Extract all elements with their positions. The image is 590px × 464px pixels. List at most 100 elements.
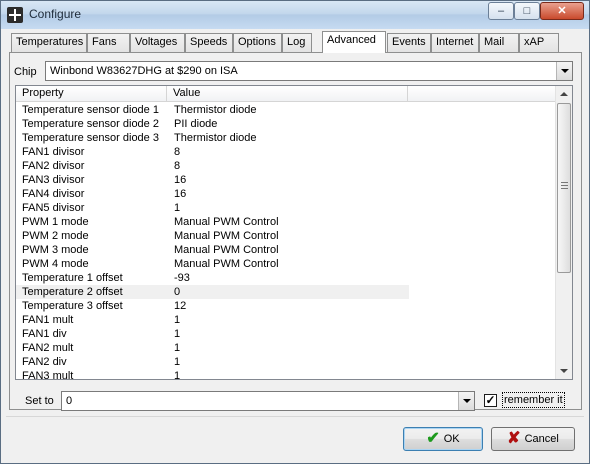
property-cell: Temperature 3 offset bbox=[22, 300, 123, 312]
property-cell: PWM 3 mode bbox=[22, 244, 89, 256]
value-cell: Manual PWM Control bbox=[174, 216, 279, 228]
property-cell: FAN1 mult bbox=[22, 314, 74, 326]
window-title: Configure bbox=[29, 7, 82, 21]
property-cell: PWM 2 mode bbox=[22, 230, 89, 242]
table-row[interactable]: FAN3 divisor 16 bbox=[16, 173, 556, 187]
value-cell: Manual PWM Control bbox=[174, 230, 279, 242]
chevron-down-icon[interactable] bbox=[458, 392, 474, 410]
table-row[interactable]: FAN5 divisor 1 bbox=[16, 201, 556, 215]
table-row[interactable]: Temperature sensor diode 1 Thermistor dio… bbox=[16, 103, 556, 117]
vertical-scrollbar[interactable] bbox=[555, 86, 572, 379]
value-cell: 8 bbox=[174, 160, 181, 172]
close-icon: ✕ bbox=[557, 5, 567, 17]
chip-select[interactable]: Winbond W83627DHG at $290 on ISA bbox=[45, 61, 573, 81]
value-cell: 1 bbox=[174, 370, 181, 380]
property-cell: FAN3 mult bbox=[22, 370, 74, 380]
value-cell: 0 bbox=[174, 286, 181, 298]
tab-label: xAP bbox=[524, 36, 545, 48]
property-cell: FAN1 div bbox=[22, 328, 67, 340]
tab-voltages[interactable]: Voltages bbox=[130, 33, 185, 52]
column-header-filler bbox=[408, 86, 556, 102]
value-cell: Manual PWM Control bbox=[174, 258, 279, 270]
table-row[interactable]: FAN4 divisor 16 bbox=[16, 187, 556, 201]
property-cell: Temperature sensor diode 3 bbox=[22, 132, 159, 144]
close-button[interactable]: ✕ bbox=[540, 2, 584, 20]
list-rows: Temperature sensor diode 1 Thermistor dio… bbox=[16, 103, 556, 380]
value-cell: Thermistor diode bbox=[174, 132, 257, 144]
tab-xap[interactable]: xAP bbox=[519, 33, 559, 52]
divider bbox=[6, 416, 584, 417]
chevron-down-icon[interactable] bbox=[556, 62, 572, 80]
maximize-button[interactable]: □ bbox=[514, 2, 540, 20]
tab-label: Log bbox=[287, 36, 306, 48]
table-row[interactable]: PWM 1 mode Manual PWM Control bbox=[16, 215, 556, 229]
tab-fans[interactable]: Fans bbox=[87, 33, 130, 52]
property-cell: Temperature sensor diode 2 bbox=[22, 118, 159, 130]
tab-mail[interactable]: Mail bbox=[479, 33, 519, 52]
value-cell: 8 bbox=[174, 146, 181, 158]
title-bar[interactable]: Configure – □ ✕ bbox=[1, 1, 589, 29]
property-cell: FAN1 divisor bbox=[22, 146, 85, 158]
property-cell: FAN5 divisor bbox=[22, 202, 85, 214]
checkbox-check-icon[interactable]: ✓ bbox=[484, 394, 497, 407]
cross-icon: ✘ bbox=[507, 430, 521, 447]
minimize-button[interactable]: – bbox=[488, 2, 514, 20]
table-row[interactable]: FAN1 divisor 8 bbox=[16, 145, 556, 159]
tab-label: Mail bbox=[484, 36, 505, 48]
list-header: Property Value bbox=[16, 86, 556, 102]
table-row[interactable]: Temperature sensor diode 3 Thermistor dio… bbox=[16, 131, 556, 145]
table-row[interactable]: PWM 2 mode Manual PWM Control bbox=[16, 229, 556, 243]
cancel-label: Cancel bbox=[524, 433, 559, 445]
properties-list[interactable]: Property Value Temperature sensor diode … bbox=[15, 85, 573, 380]
tab-label: Internet bbox=[436, 36, 474, 48]
value-cell: 1 bbox=[174, 328, 181, 340]
table-row[interactable]: FAN3 mult 1 bbox=[16, 369, 556, 380]
tab-speeds[interactable]: Speeds bbox=[185, 33, 233, 52]
tab-log[interactable]: Log bbox=[282, 33, 312, 52]
tab-temperatures[interactable]: Temperatures bbox=[11, 33, 87, 52]
table-row-selected[interactable]: Temperature 2 offset 0 bbox=[16, 285, 409, 299]
configure-window: Configure – □ ✕ Temperatures Fans Voltag… bbox=[0, 0, 590, 464]
tab-label: Options bbox=[238, 36, 276, 48]
table-row[interactable]: Temperature 3 offset 12 bbox=[16, 299, 556, 313]
tab-options[interactable]: Options bbox=[233, 33, 282, 52]
table-row[interactable]: FAN2 divisor 8 bbox=[16, 159, 556, 173]
value-cell: 16 bbox=[174, 174, 187, 186]
table-row[interactable]: Temperature 1 offset -93 bbox=[16, 271, 556, 285]
app-icon bbox=[7, 7, 23, 23]
chip-label: Chip bbox=[14, 66, 37, 78]
checkmark-icon: ✔ bbox=[426, 430, 440, 447]
table-row[interactable]: FAN1 div 1 bbox=[16, 327, 556, 341]
table-row[interactable]: PWM 4 mode Manual PWM Control bbox=[16, 257, 556, 271]
grip-icon bbox=[561, 182, 568, 189]
tab-events[interactable]: Events bbox=[387, 33, 431, 52]
value-cell: 12 bbox=[174, 300, 187, 312]
table-row[interactable]: FAN2 div 1 bbox=[16, 355, 556, 369]
column-header-property[interactable]: Property bbox=[16, 86, 167, 102]
table-row[interactable]: Temperature sensor diode 2 PII diode bbox=[16, 117, 556, 131]
ok-button[interactable]: ✔ OK bbox=[403, 427, 483, 451]
value-cell: 16 bbox=[174, 188, 187, 200]
tab-label: Speeds bbox=[190, 36, 228, 48]
cancel-button[interactable]: ✘ Cancel bbox=[491, 427, 575, 451]
tab-advanced[interactable]: Advanced bbox=[322, 31, 386, 53]
tab-internet[interactable]: Internet bbox=[431, 33, 479, 52]
scroll-thumb[interactable] bbox=[557, 103, 571, 273]
set-to-combo[interactable]: 0 bbox=[61, 391, 475, 411]
table-row[interactable]: FAN2 mult 1 bbox=[16, 341, 556, 355]
maximize-icon: □ bbox=[523, 5, 531, 17]
tab-label: Voltages bbox=[135, 36, 178, 48]
table-row[interactable]: PWM 3 mode Manual PWM Control bbox=[16, 243, 556, 257]
column-header-value[interactable]: Value bbox=[167, 86, 408, 102]
scroll-down-icon[interactable] bbox=[556, 362, 572, 379]
value-cell: 1 bbox=[174, 202, 181, 214]
table-row[interactable]: FAN1 mult 1 bbox=[16, 313, 556, 327]
value-cell: PII diode bbox=[174, 118, 218, 130]
property-cell: Temperature 2 offset bbox=[22, 286, 123, 298]
property-cell: FAN2 divisor bbox=[22, 160, 85, 172]
value-cell: 1 bbox=[174, 314, 181, 326]
property-cell: Temperature sensor diode 1 bbox=[22, 104, 159, 116]
property-cell: PWM 1 mode bbox=[22, 216, 89, 228]
scroll-up-icon[interactable] bbox=[556, 86, 572, 103]
minimize-icon: – bbox=[497, 5, 505, 17]
